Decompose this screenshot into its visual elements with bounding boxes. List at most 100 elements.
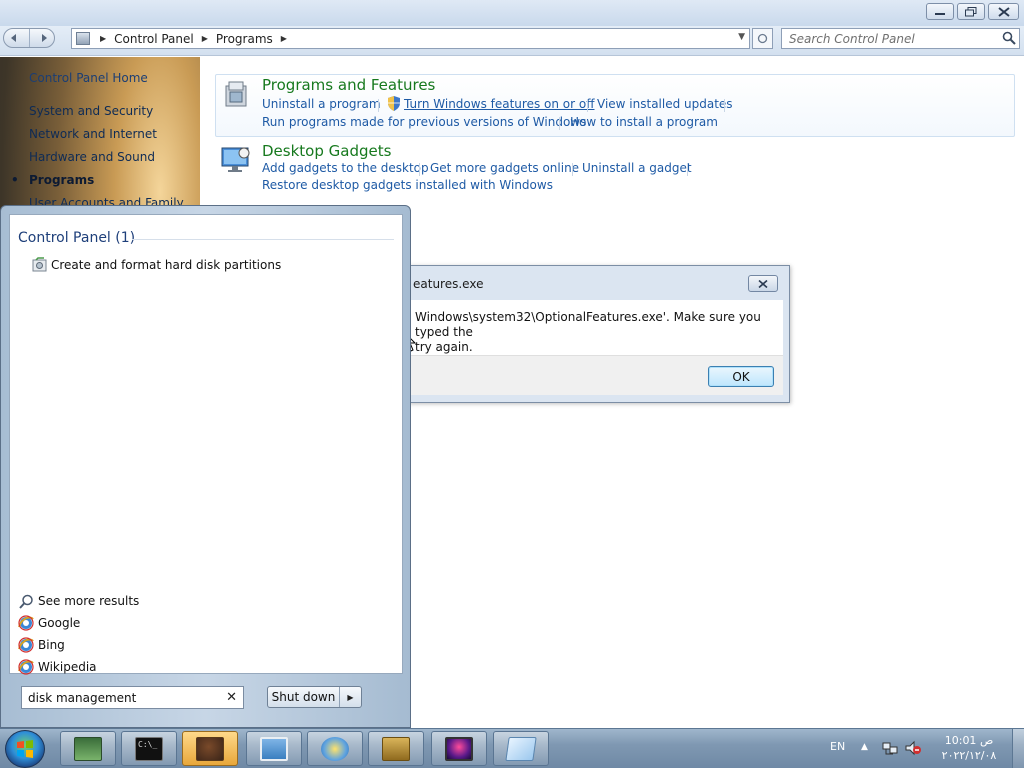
monitor-chart-icon [74,736,102,761]
link-divider [724,99,725,112]
google-label: Google [38,616,81,630]
close-button[interactable] [988,3,1019,20]
link-divider [587,99,588,112]
desktop-gadgets-icon [221,147,250,172]
taskbar-app-photo-viewer[interactable] [246,731,302,766]
breadcrumb-control-panel[interactable]: Control Panel [114,32,194,46]
sidebar-category-list: System and Security Network and Internet… [11,104,184,219]
get-more-gadgets-link[interactable]: Get more gadgets online [430,161,579,175]
dialog-body: Windows\system32\OptionalFeatures.exe'. … [411,300,783,355]
volume-muted-icon[interactable] [904,740,922,756]
uninstall-program-link[interactable]: Uninstall a program [262,97,381,111]
start-search-results: Control Panel (1) Create and format hard… [9,214,403,675]
programs-features-section: Programs and Features Uninstall a progra… [215,74,1015,137]
dialog-close-button[interactable] [748,275,778,292]
wikipedia-label: Wikipedia [38,660,97,674]
address-bar: ▶ Control Panel ▶ Programs ▶ ▼ [0,26,1024,56]
internet-explorer-icon [18,659,34,675]
taskbar-app-media-center[interactable] [307,731,363,766]
window-titlebar [0,0,1024,26]
close-icon [758,279,768,288]
add-gadgets-link[interactable]: Add gadgets to the desktop [262,161,429,175]
photo-app-icon [196,736,224,761]
restore-icon [965,6,977,16]
navigation-buttons [3,28,55,48]
clear-search-icon[interactable]: ✕ [226,690,237,705]
bing-label: Bing [38,638,65,652]
close-icon [997,6,1010,17]
search-result-item[interactable]: Create and format hard disk partitions [32,257,281,272]
web-search-bing[interactable]: Bing [18,637,65,653]
taskbar-app-control-panel[interactable] [182,731,238,766]
sidebar-item-hardware-sound[interactable]: Hardware and Sound [29,150,184,173]
programs-features-icon [225,81,247,107]
see-more-results-link[interactable]: See more results [18,593,139,609]
taskbar-app-display[interactable] [431,731,487,766]
disk-management-icon [32,257,47,272]
taskbar: C:\_ EN ▲ 10:01 ص ٢٠٢٢/١٢/٠٨ [0,728,1024,768]
link-divider [572,163,573,176]
start-menu: Control Panel (1) Create and format hard… [0,205,411,728]
results-group-heading[interactable]: Control Panel (1) [18,230,135,246]
taskbar-app-notepad[interactable] [493,731,549,766]
start-search-box[interactable]: ✕ [21,686,244,709]
sidebar-item-programs[interactable]: Programs [11,173,184,196]
restore-button[interactable] [957,3,985,20]
group-divider [132,239,394,240]
dialog-message-line-2: try again. [415,340,473,354]
breadcrumb-separator-icon[interactable]: ▶ [100,34,106,43]
address-dropdown-icon[interactable]: ▼ [738,32,745,42]
sidebar-item-network-internet[interactable]: Network and Internet [29,127,184,150]
show-desktop-button[interactable] [1012,729,1024,768]
minimize-button[interactable] [926,3,954,20]
search-icon[interactable] [1002,31,1016,45]
system-clock[interactable]: 10:01 ص ٢٠٢٢/١٢/٠٨ [932,733,1006,763]
breadcrumb[interactable]: ▶ Control Panel ▶ Programs ▶ ▼ [71,28,750,49]
start-search-input[interactable] [28,690,224,705]
back-button[interactable] [4,29,30,47]
control-panel-home-link[interactable]: Control Panel Home [29,71,148,85]
minimize-icon [935,12,945,15]
breadcrumb-separator-icon[interactable]: ▶ [281,34,287,43]
command-prompt-icon: C:\_ [135,736,163,761]
search-box[interactable] [781,28,1020,49]
shutdown-button[interactable]: Shut down [268,687,340,707]
taskbar-app-command-prompt[interactable]: C:\_ [121,731,177,766]
magnifier-icon [18,593,34,609]
show-hidden-icons-icon[interactable]: ▲ [861,742,868,752]
view-installed-updates-link[interactable]: View installed updates [597,97,733,111]
uninstall-gadget-link[interactable]: Uninstall a gadget [582,161,692,175]
taskbar-app-card-reader[interactable] [368,731,424,766]
restore-gadgets-link[interactable]: Restore desktop gadgets installed with W… [262,178,553,192]
link-divider [419,163,420,176]
desktop-gadgets-title[interactable]: Desktop Gadgets [262,142,391,160]
turn-windows-features-link[interactable]: Turn Windows features on or off [404,97,595,111]
clock-date: ٢٠٢٢/١٢/٠٨ [941,749,997,762]
taskbar-app-system-monitor[interactable] [60,731,116,766]
windows-logo-icon [17,740,33,758]
breadcrumb-programs[interactable]: Programs [216,32,273,46]
network-icon[interactable] [882,740,898,756]
ok-button[interactable]: OK [708,366,774,387]
start-button[interactable] [5,730,45,768]
shutdown-button-group: Shut down ▶ [267,686,362,708]
search-result-label: Create and format hard disk partitions [51,257,282,272]
how-to-install-link[interactable]: How to install a program [570,115,718,129]
run-older-programs-link[interactable]: Run programs made for previous versions … [262,115,586,129]
refresh-button[interactable] [752,28,773,49]
programs-features-title[interactable]: Programs and Features [262,76,435,94]
link-divider [559,117,560,130]
shutdown-options-arrow-icon[interactable]: ▶ [340,687,361,707]
breadcrumb-separator-icon[interactable]: ▶ [202,34,208,43]
error-dialog: eatures.exe Windows\system32\OptionalFea… [408,265,790,403]
search-input[interactable] [789,31,999,46]
forward-button[interactable] [30,29,55,47]
dialog-footer: OK [411,355,783,395]
web-search-google[interactable]: Google [18,615,80,631]
sidebar-item-system-security[interactable]: System and Security [29,104,184,127]
language-indicator[interactable]: EN [830,740,845,753]
link-divider [687,163,688,176]
web-search-wikipedia[interactable]: Wikipedia [18,659,97,675]
dialog-message: Windows\system32\OptionalFeatures.exe'. … [415,310,779,355]
notification-area: EN ▲ 10:01 ص ٢٠٢٢/١٢/٠٨ [820,729,1024,768]
